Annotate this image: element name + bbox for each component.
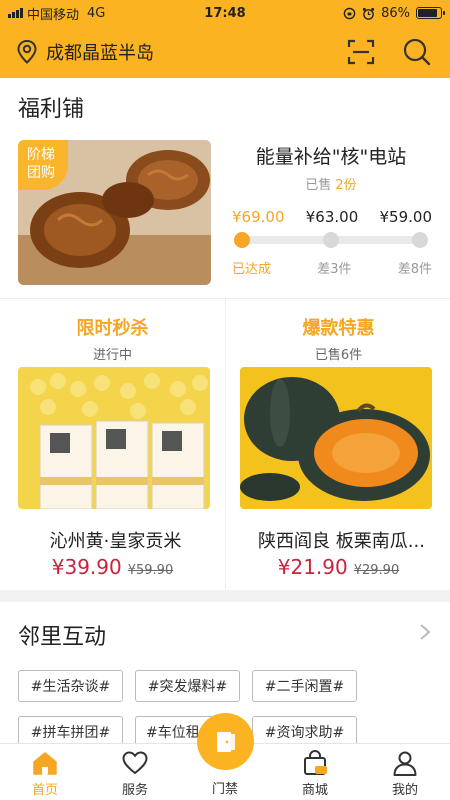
hot-deal-tag: 爆款特惠	[302, 318, 375, 339]
welfare-section: 福利铺 阶梯 团购 能量补给"核"电站 已售 2份 ¥69.00 ¥63.00 ¥…	[0, 78, 450, 590]
tier-status-3: 差8件	[397, 262, 432, 277]
tier-dot-3	[412, 232, 428, 248]
home-icon	[33, 752, 57, 775]
scan-icon[interactable]	[347, 38, 375, 66]
hot-deal-product-name: 陕西阎良 板栗南瓜...	[258, 531, 425, 552]
tab-label-door: 门禁	[211, 782, 238, 797]
search-icon[interactable]	[402, 37, 432, 67]
group-buy-badge: 阶梯 团购	[18, 140, 68, 190]
tag-chip[interactable]: #二手闲置#	[252, 670, 357, 702]
battery-icon	[416, 7, 445, 19]
flash-sale-original-price: ¥59.90	[127, 563, 174, 578]
tier-price-2: ¥63.00	[305, 208, 359, 226]
header: 成都晶蓝半岛	[0, 26, 450, 78]
tab-home[interactable]: 首页	[0, 744, 90, 800]
tier-price-3: ¥59.00	[379, 208, 433, 226]
tab-label: 我的	[391, 783, 418, 798]
hot-deal-price: ¥21.90	[277, 555, 348, 579]
tier-dot-2	[323, 232, 339, 248]
section-title-neighbor[interactable]: 邻里互动	[18, 619, 106, 651]
shopping-bag-icon	[304, 750, 327, 775]
signal-icon	[8, 8, 23, 18]
tier-dot-1	[234, 232, 250, 248]
rice-illustration	[18, 367, 210, 509]
carrier-name: 中国移动	[27, 7, 80, 23]
tab-label: 服务	[121, 783, 148, 798]
tier-progress-track	[234, 232, 428, 248]
tag-chip[interactable]: #突发爆料#	[135, 670, 240, 702]
tier-price-1: ¥69.00	[232, 208, 285, 226]
pumpkin-product-image[interactable]	[240, 367, 432, 509]
location-pin-icon[interactable]	[16, 39, 38, 65]
tier-status-labels: 已达成 差3件 差8件	[232, 258, 432, 277]
flash-sale-card[interactable]: 限时秒杀 进行中 沁州黄·皇家贡米 ¥39.90 ¥59.90	[0, 299, 225, 590]
group-buy-product-name[interactable]: 能量补给"核"电站	[226, 142, 436, 169]
walnut-product-image[interactable]: 阶梯 团购	[18, 140, 211, 285]
flash-sale-status: 进行中	[92, 348, 132, 363]
hot-deal-original-price: ¥29.90	[353, 563, 400, 578]
heart-icon	[122, 751, 148, 775]
status-bar: 中国移动 4G 17:48 86%	[0, 0, 450, 26]
group-buy-sold: 已售 2份	[226, 174, 436, 193]
tab-label: 商城	[301, 783, 328, 798]
person-icon	[393, 751, 417, 776]
flash-sale-price-row: ¥39.90 ¥59.90	[0, 555, 225, 579]
rice-product-image[interactable]	[18, 367, 210, 509]
tab-label: 首页	[31, 783, 58, 798]
battery-percent: 86%	[381, 5, 410, 21]
chevron-right-icon[interactable]	[418, 622, 432, 642]
tag-chip[interactable]: #生活杂谈#	[18, 670, 123, 702]
sold-label: 已售	[305, 178, 332, 193]
hot-deal-card[interactable]: 爆款特惠 已售6件 陕西阎良 板栗南瓜... ¥21.90 ¥29.90	[226, 299, 450, 590]
tier-prices: ¥69.00 ¥63.00 ¥59.00	[232, 208, 432, 226]
flash-sale-tag: 限时秒杀	[76, 318, 149, 339]
tier-status-2: 差3件	[317, 262, 352, 277]
tab-mine[interactable]: 我的	[360, 744, 450, 800]
network-type: 4G	[87, 5, 106, 21]
pumpkin-illustration	[240, 367, 432, 509]
flash-sale-product-name: 沁州黄·皇家贡米	[49, 531, 182, 552]
badge-line-2: 团购	[27, 165, 55, 181]
hot-deal-price-row: ¥21.90 ¥29.90	[226, 555, 450, 579]
location-name[interactable]: 成都晶蓝半岛	[46, 39, 154, 65]
rotation-lock-icon	[343, 7, 356, 19]
door-access-button[interactable]	[197, 713, 254, 770]
alarm-icon	[362, 7, 375, 20]
sold-count: 2份	[335, 178, 357, 193]
hot-deal-sold: 已售6件	[314, 348, 363, 363]
tier-status-1: 已达成	[232, 262, 272, 277]
badge-line-1: 阶梯	[27, 147, 55, 163]
flash-sale-price: ¥39.90	[51, 555, 122, 579]
tab-mall[interactable]: 商城	[270, 744, 360, 800]
section-title-welfare: 福利铺	[18, 97, 85, 122]
door-icon	[216, 731, 235, 752]
tab-service[interactable]: 服务	[90, 744, 180, 800]
